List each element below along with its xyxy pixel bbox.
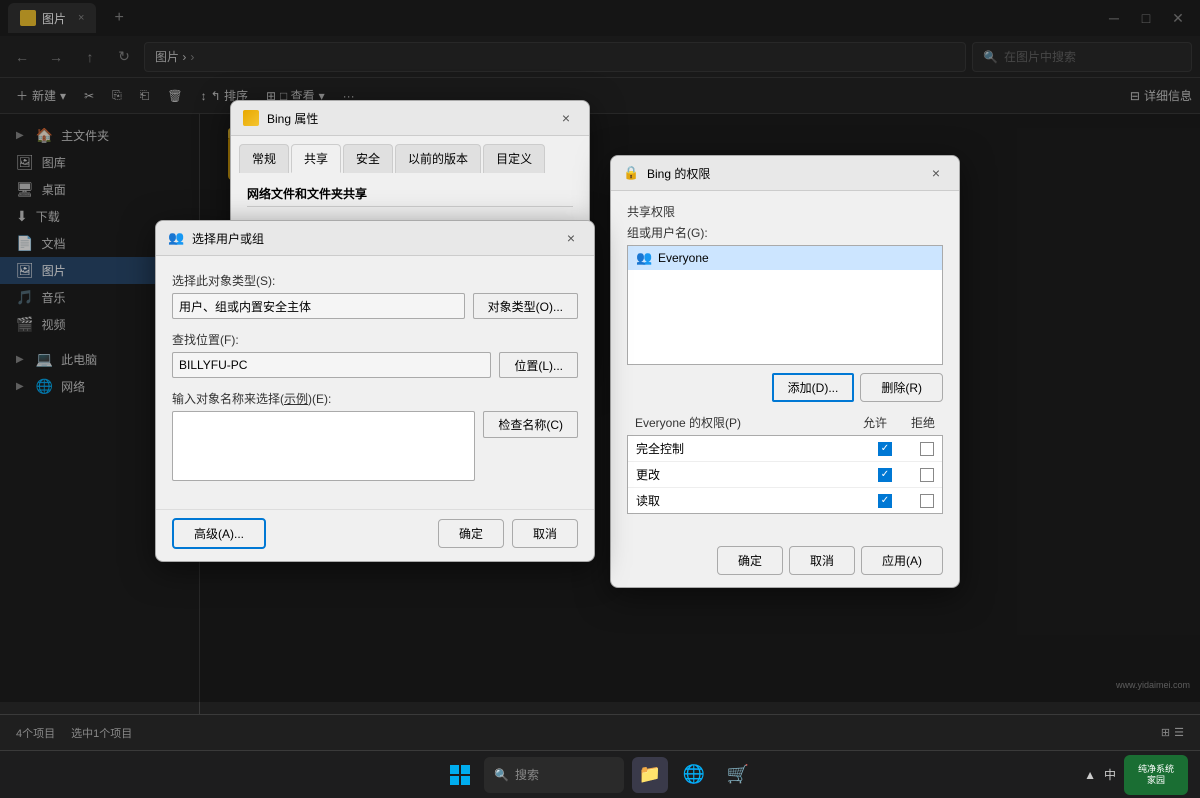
taskbar-store-btn[interactable]: 🛒 <box>720 757 756 793</box>
bing-props-close-btn[interactable]: × <box>555 107 577 129</box>
object-name-label: 输入对象名称来选择(示例)(E): <box>172 390 578 407</box>
location-row-inline: 位置(L)... <box>172 352 578 378</box>
tray-time: 中 <box>1104 766 1116 783</box>
remove-user-btn[interactable]: 删除(R) <box>860 373 943 402</box>
permissions-table: 完全控制 更改 读取 <box>627 435 943 514</box>
tab-share[interactable]: 共享 <box>291 144 341 173</box>
permissions-title-bar: 🔒 Bing 的权限 × <box>611 156 959 191</box>
bing-props-title-bar: Bing 属性 × <box>231 101 589 136</box>
perm-user-everyone: Everyone <box>658 251 709 265</box>
object-type-row-inline: 对象类型(O)... <box>172 293 578 319</box>
view-list-icon[interactable]: ☰ <box>1174 726 1184 739</box>
object-name-row: 输入对象名称来选择(示例)(E): 检查名称(C) <box>172 390 578 481</box>
permissions-footer: 确定 取消 应用(A) <box>611 538 959 587</box>
object-name-row-inline: 检查名称(C) <box>172 411 578 481</box>
perm-row-change: 更改 <box>628 462 942 488</box>
permissions-ok-btn[interactable]: 确定 <box>717 546 783 575</box>
deny-header: 拒绝 <box>911 414 935 431</box>
permissions-dialog: 🔒 Bing 的权限 × 共享权限 组或用户名(G): 👥 Everyone 添… <box>610 155 960 588</box>
file-count: 4个项目 <box>16 725 55 741</box>
taskbar-search-btn[interactable]: 🔍 搜索 <box>484 757 624 793</box>
perm-row-read: 读取 <box>628 488 942 513</box>
perm-allow-change[interactable] <box>878 468 892 482</box>
search-taskbar-icon: 🔍 <box>494 768 509 782</box>
bing-props-title: Bing 属性 <box>267 110 547 127</box>
bing-props-icon <box>243 110 259 126</box>
status-bar: 4个项目 选中1个项目 ⊞ ☰ <box>0 714 1200 750</box>
select-user-close-btn[interactable]: × <box>560 227 582 249</box>
tray-arrow-icon[interactable]: ▲ <box>1084 768 1096 782</box>
perm-deny-change[interactable] <box>920 468 934 482</box>
perm-checkboxes-full <box>878 442 934 456</box>
windows-start-btn[interactable] <box>444 759 476 791</box>
perm-deny-full[interactable] <box>920 442 934 456</box>
check-name-btn[interactable]: 检查名称(C) <box>483 411 578 438</box>
taskbar-explorer-btn[interactable]: 📁 <box>632 757 668 793</box>
users-icon: 👥 <box>636 250 652 266</box>
tab-security[interactable]: 安全 <box>343 144 393 173</box>
select-user-body: 选择此对象类型(S): 对象类型(O)... 查找位置(F): 位置(L)...… <box>156 256 594 509</box>
bing-props-tabs: 常规 共享 安全 以前的版本 目定义 <box>231 136 589 173</box>
share-perms-label: 共享权限 <box>627 203 943 220</box>
perm-name-read: 读取 <box>636 492 878 509</box>
watermark: www.yidaimei.com <box>1116 680 1190 690</box>
perm-name-change: 更改 <box>636 466 878 483</box>
object-type-label: 选择此对象类型(S): <box>172 272 578 289</box>
perm-allow-read[interactable] <box>878 494 892 508</box>
add-user-btn[interactable]: 添加(D)... <box>772 373 855 402</box>
advanced-btn[interactable]: 高级(A)... <box>172 518 266 549</box>
object-name-textarea[interactable] <box>172 411 475 481</box>
object-type-btn[interactable]: 对象类型(O)... <box>473 293 578 319</box>
view-grid-icon[interactable]: ⊞ <box>1161 726 1170 739</box>
taskbar-browser-btn[interactable]: 🌐 <box>676 757 712 793</box>
select-user-title-bar: 👥 选择用户或组 × <box>156 221 594 256</box>
taskbar: 🔍 搜索 📁 🌐 🛒 ▲ 中 纯净系统家园 <box>0 750 1200 798</box>
taskbar-center: 🔍 搜索 📁 🌐 🛒 <box>444 757 756 793</box>
permissions-apply-btn[interactable]: 应用(A) <box>861 546 943 575</box>
select-user-dialog: 👥 选择用户或组 × 选择此对象类型(S): 对象类型(O)... 查找位置(F… <box>155 220 595 562</box>
perm-table-header: Everyone 的权限(P) 允许 拒绝 <box>627 414 943 431</box>
select-user-ok-btn[interactable]: 确定 <box>438 519 504 548</box>
file-selected: 选中1个项目 <box>71 725 132 741</box>
object-type-row: 选择此对象类型(S): 对象类型(O)... <box>172 272 578 319</box>
location-btn[interactable]: 位置(L)... <box>499 352 578 378</box>
select-user-cancel-btn[interactable]: 取消 <box>512 519 578 548</box>
explorer-icon: 📁 <box>639 764 661 785</box>
group-label: 组或用户名(G): <box>627 224 943 241</box>
location-label: 查找位置(F): <box>172 331 578 348</box>
perm-header-everyone: Everyone 的权限(P) <box>635 414 863 431</box>
system-tray: ▲ 中 纯净系统家园 <box>1084 755 1188 795</box>
perm-checkboxes-change <box>878 468 934 482</box>
select-user-footer: 高级(A)... 确定 取消 <box>156 509 594 561</box>
permissions-icon: 🔒 <box>623 165 639 181</box>
permissions-title: Bing 的权限 <box>647 165 917 182</box>
perm-row-full-control: 完全控制 <box>628 436 942 462</box>
section-label: 网络文件和文件夹共享 <box>247 185 573 207</box>
perm-name-full: 完全控制 <box>636 440 878 457</box>
perm-deny-read[interactable] <box>920 494 934 508</box>
select-user-title: 选择用户或组 <box>192 230 552 247</box>
perm-header-cols: 允许 拒绝 <box>863 414 935 431</box>
tab-previous[interactable]: 以前的版本 <box>395 144 481 173</box>
permissions-body: 共享权限 组或用户名(G): 👥 Everyone 添加(D)... 删除(R)… <box>611 191 959 538</box>
tab-custom[interactable]: 目定义 <box>483 144 545 173</box>
perm-allow-full[interactable] <box>878 442 892 456</box>
perm-checkboxes-read <box>878 494 934 508</box>
permissions-user-list: 👥 Everyone <box>627 245 943 365</box>
store-icon: 🛒 <box>727 764 749 785</box>
location-row: 查找位置(F): 位置(L)... <box>172 331 578 378</box>
allow-header: 允许 <box>863 414 887 431</box>
permissions-close-btn[interactable]: × <box>925 162 947 184</box>
perm-action-buttons: 添加(D)... 删除(R) <box>627 373 943 402</box>
object-type-input[interactable] <box>172 293 465 319</box>
perm-list-item-everyone[interactable]: 👥 Everyone <box>628 246 942 270</box>
notification-center-badge: 纯净系统家园 <box>1124 755 1188 795</box>
tab-general[interactable]: 常规 <box>239 144 289 173</box>
location-input[interactable] <box>172 352 491 378</box>
select-user-icon: 👥 <box>168 230 184 246</box>
browser-icon: 🌐 <box>683 764 705 785</box>
search-taskbar-label: 搜索 <box>515 766 539 783</box>
permissions-cancel-btn[interactable]: 取消 <box>789 546 855 575</box>
